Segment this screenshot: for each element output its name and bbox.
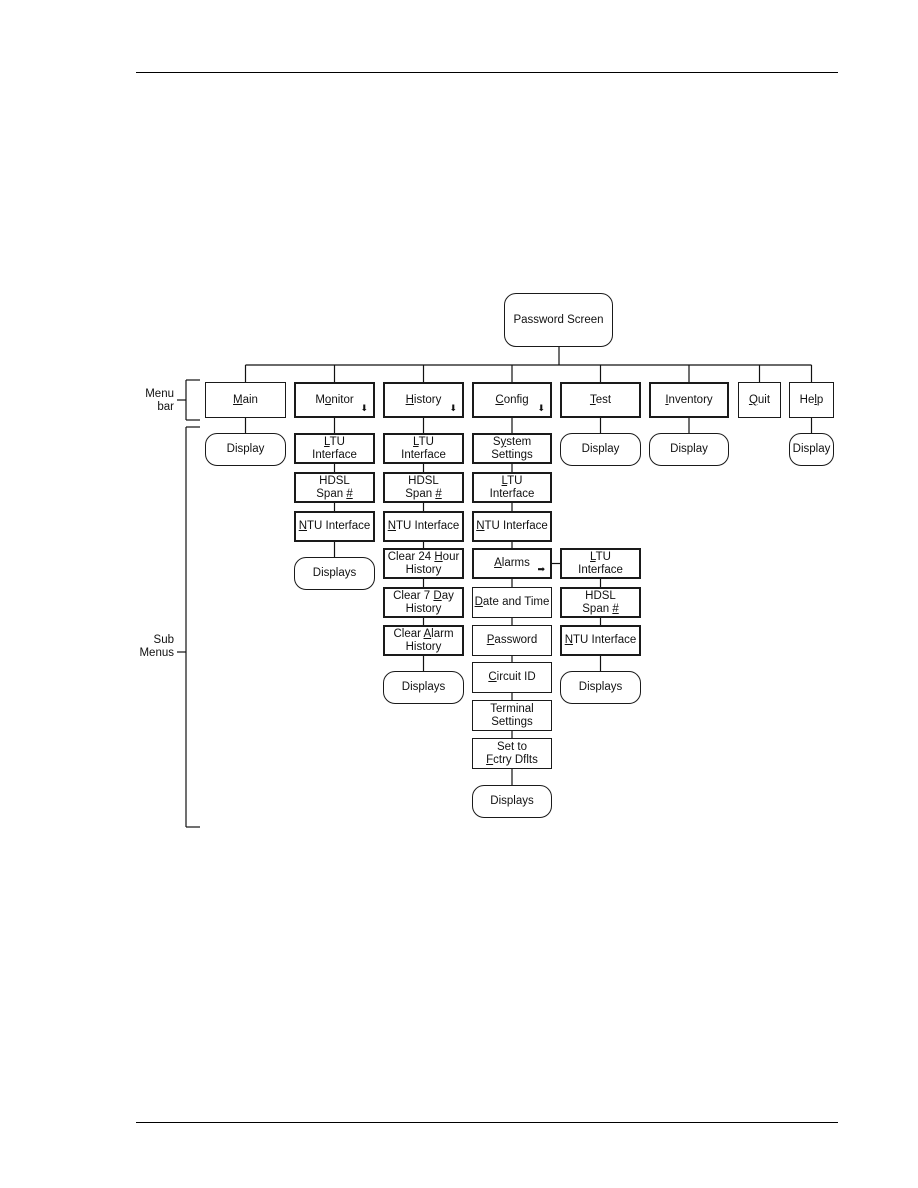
monitor-hdsl-span[interactable]: HDSL Span # xyxy=(294,472,375,503)
help-display-label: Display xyxy=(792,443,831,456)
config-alarms[interactable]: Alarms ➡ xyxy=(472,548,552,579)
menu-bar-label: Menu bar xyxy=(145,388,174,413)
menu-test[interactable]: Test xyxy=(560,382,641,418)
menu-history-label: History xyxy=(405,393,442,406)
history-ltu-interface-label: LTU Interface xyxy=(401,436,446,461)
history-clear-24-hour-history[interactable]: Clear 24 Hour History xyxy=(383,548,464,579)
menu-help-label: Help xyxy=(799,393,824,406)
config-alarms-label: Alarms xyxy=(494,557,530,570)
history-ntu-interface-label: NTU Interface xyxy=(387,520,460,533)
test-display-label: Display xyxy=(581,443,620,456)
config-terminal-settings-label: Terminal Settings xyxy=(490,703,534,728)
password-screen-node: Password Screen xyxy=(504,293,613,347)
main-display: Display xyxy=(205,433,286,466)
config-password[interactable]: Password xyxy=(472,625,552,656)
menu-inventory[interactable]: Inventory xyxy=(649,382,729,418)
history-clear-alarm-history-label: Clear Alarm History xyxy=(393,628,454,653)
alarms-displays-label: Displays xyxy=(578,681,623,694)
config-displays-label: Displays xyxy=(490,795,534,808)
history-clear-7-day-history[interactable]: Clear 7 Day History xyxy=(383,587,464,618)
inventory-display: Display xyxy=(649,433,729,466)
config-circuit-id-label: Circuit ID xyxy=(488,671,536,684)
help-display: Display xyxy=(789,433,834,466)
config-set-to-fctry-dflts-label: Set to Fctry Dflts xyxy=(486,741,538,766)
alarms-ltu-interface-label: LTU Interface xyxy=(578,551,623,576)
history-ltu-interface[interactable]: LTU Interface xyxy=(383,433,464,464)
menu-config-label: Config xyxy=(495,393,529,406)
monitor-displays: Displays xyxy=(294,557,375,590)
config-circuit-id[interactable]: Circuit ID xyxy=(472,662,552,693)
config-ltu-interface[interactable]: LTU Interface xyxy=(472,472,552,503)
config-date-and-time-label: Date and Time xyxy=(474,596,550,609)
menu-config[interactable]: Config ⬇ xyxy=(472,382,552,418)
config-system-settings-label: System Settings xyxy=(491,436,533,461)
sub-menus-label: Sub Menus xyxy=(139,634,174,659)
config-system-settings[interactable]: System Settings xyxy=(472,433,552,464)
main-display-label: Display xyxy=(226,443,265,456)
config-password-label: Password xyxy=(486,634,538,647)
history-clear-24-hour-history-label: Clear 24 Hour History xyxy=(387,551,460,576)
history-clear-7-day-history-label: Clear 7 Day History xyxy=(393,590,454,615)
test-display: Display xyxy=(560,433,641,466)
monitor-ntu-interface[interactable]: NTU Interface xyxy=(294,511,375,542)
config-terminal-settings[interactable]: Terminal Settings xyxy=(472,700,552,731)
alarms-hdsl-span-label: HDSL Span # xyxy=(582,590,619,615)
history-displays: Displays xyxy=(383,671,464,704)
alarms-hdsl-span[interactable]: HDSL Span # xyxy=(560,587,641,618)
menu-test-label: Test xyxy=(589,393,612,406)
monitor-hdsl-span-label: HDSL Span # xyxy=(316,475,353,500)
history-hdsl-span-label: HDSL Span # xyxy=(405,475,442,500)
monitor-ltu-interface[interactable]: LTU Interface xyxy=(294,433,375,464)
password-screen-label: Password Screen xyxy=(513,313,604,326)
monitor-ltu-interface-label: LTU Interface xyxy=(312,436,357,461)
alarms-ntu-interface-label: NTU Interface xyxy=(564,634,637,647)
monitor-ntu-interface-label: NTU Interface xyxy=(298,520,371,533)
config-ltu-interface-label: LTU Interface xyxy=(489,475,535,500)
history-clear-alarm-history[interactable]: Clear Alarm History xyxy=(383,625,464,656)
alarms-displays: Displays xyxy=(560,671,641,704)
arrow-down-icon: ⬇ xyxy=(449,403,457,413)
config-set-to-fctry-dflts[interactable]: Set to Fctry Dflts xyxy=(472,738,552,769)
monitor-displays-label: Displays xyxy=(312,567,357,580)
history-hdsl-span[interactable]: HDSL Span # xyxy=(383,472,464,503)
alarms-ltu-interface[interactable]: LTU Interface xyxy=(560,548,641,579)
menu-monitor[interactable]: Monitor ⬇ xyxy=(294,382,375,418)
alarms-ntu-interface[interactable]: NTU Interface xyxy=(560,625,641,656)
menu-main[interactable]: Main xyxy=(205,382,286,418)
menu-monitor-label: Monitor xyxy=(315,393,354,406)
menu-main-label: Main xyxy=(233,393,258,406)
config-ntu-interface[interactable]: NTU Interface xyxy=(472,511,552,542)
arrow-down-icon: ⬇ xyxy=(360,403,368,413)
menu-help[interactable]: Help xyxy=(789,382,834,418)
config-ntu-interface-label: NTU Interface xyxy=(476,520,548,533)
inventory-display-label: Display xyxy=(670,443,708,456)
arrow-down-icon: ⬇ xyxy=(537,403,545,413)
menu-inventory-label: Inventory xyxy=(665,393,713,406)
config-displays: Displays xyxy=(472,785,552,818)
menu-quit-label: Quit xyxy=(748,393,771,406)
menu-history[interactable]: History ⬇ xyxy=(383,382,464,418)
config-date-and-time[interactable]: Date and Time xyxy=(472,587,552,618)
menu-quit[interactable]: Quit xyxy=(738,382,781,418)
arrow-right-icon: ➡ xyxy=(537,564,545,574)
history-displays-label: Displays xyxy=(401,681,446,694)
history-ntu-interface[interactable]: NTU Interface xyxy=(383,511,464,542)
